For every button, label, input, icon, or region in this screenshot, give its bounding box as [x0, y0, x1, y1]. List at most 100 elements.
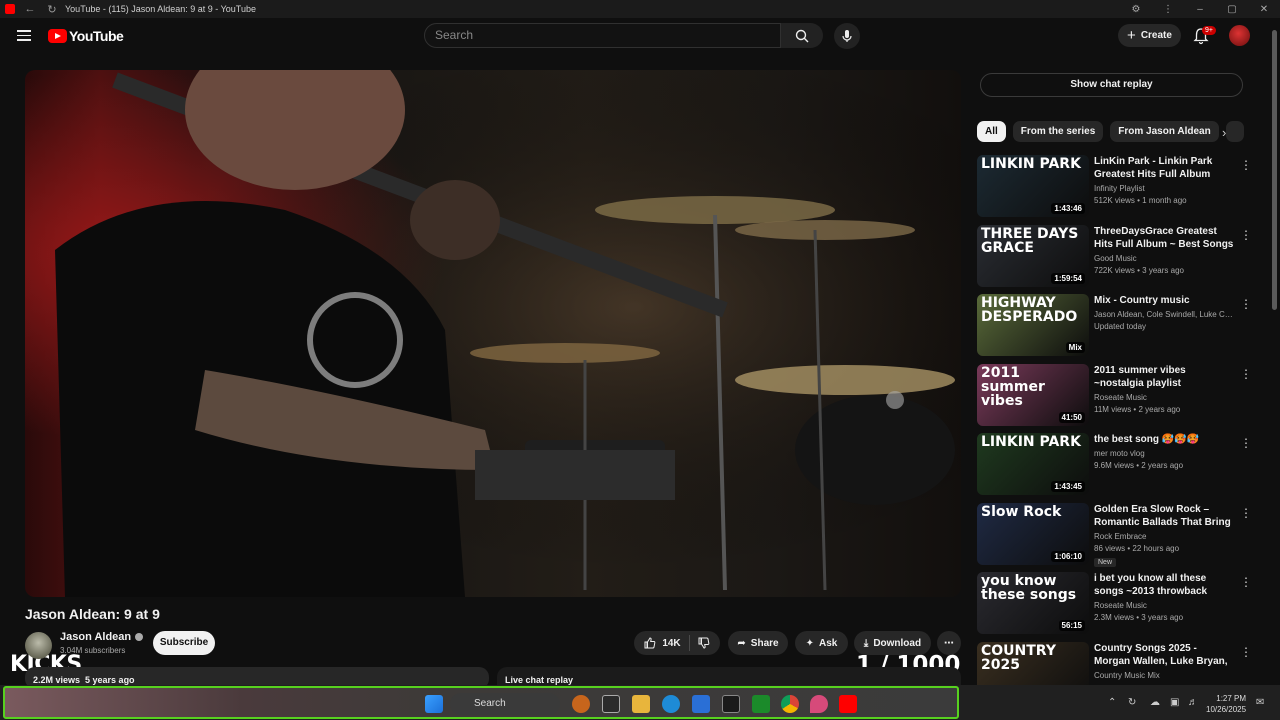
thumbnail-text: COUNTRY 2025 — [981, 642, 1056, 673]
chevron-right-icon[interactable]: › — [1222, 125, 1226, 140]
duration-badge: Mix — [1065, 342, 1085, 353]
minimize-icon[interactable]: – — [1184, 4, 1216, 15]
recommendation-title[interactable]: Country Songs 2025 - Morgan Wallen, Luke… — [1094, 642, 1234, 668]
create-button[interactable]: + Create — [1118, 24, 1181, 47]
youtube-taskbar-icon[interactable] — [839, 695, 857, 713]
recommendation-item[interactable]: THREE DAYS GRACE 1:59:54 ThreeDaysGrace Gr… — [977, 224, 1252, 295]
recommendation-item[interactable]: 2011 summer vibes 41:50 2011 summer vibes … — [977, 363, 1252, 434]
recommendation-title[interactable]: Golden Era Slow Rock – Romantic Ballads … — [1094, 503, 1234, 529]
duration-badge: 1:59:54 — [1051, 272, 1085, 284]
more-actions-button[interactable]: ⋯ — [937, 631, 961, 655]
recommendation-item[interactable]: LINKIN PARK 1:43:46 LinKin Park - Linkin P… — [977, 155, 1252, 225]
search-icon — [795, 29, 809, 42]
subscribe-button[interactable]: Subscribe — [153, 631, 215, 655]
recommendation-thumbnail[interactable]: HIGHWAY DESPERADO Mix — [977, 294, 1089, 356]
youtube-app-icon — [5, 4, 15, 14]
more-horizontal-icon: ⋯ — [944, 637, 954, 649]
voice-search-button[interactable] — [834, 23, 860, 49]
more-vertical-icon[interactable]: ⋮ — [1240, 158, 1252, 172]
account-avatar[interactable] — [1229, 25, 1250, 46]
more-vertical-icon[interactable]: ⋮ — [1240, 367, 1252, 381]
nvidia-icon[interactable] — [752, 695, 770, 713]
channel-avatar[interactable] — [25, 632, 52, 659]
recommendation-thumbnail[interactable]: LINKIN PARK 1:43:46 — [977, 155, 1089, 217]
chip-from-the-series[interactable]: From the series — [1012, 121, 1104, 142]
file-explorer-icon[interactable] — [632, 695, 650, 713]
reload-icon[interactable]: ↻ — [45, 2, 59, 16]
windows-start-icon[interactable] — [425, 695, 443, 713]
more-vertical-icon[interactable]: ⋮ — [1240, 436, 1252, 450]
epic-games-icon[interactable] — [722, 695, 740, 713]
more-vertical-icon[interactable]: ⋮ — [1240, 645, 1252, 659]
like-divider — [688, 635, 690, 651]
recommendation-item[interactable]: Slow Rock 1:06:10 Golden Era Slow Rock – R… — [977, 502, 1252, 573]
recommendation-title[interactable]: 2011 summer vibes ~nostalgia playlist — [1094, 364, 1234, 390]
search-button[interactable] — [781, 23, 823, 48]
menu-icon[interactable]: ⋮ — [1152, 4, 1184, 15]
recommendation-channel[interactable]: Jason Aldean, Cole Swindell, Luke Comb..… — [1094, 310, 1234, 319]
recommendation-thumbnail[interactable]: 2011 summer vibes 41:50 — [977, 363, 1089, 426]
maps-pin-icon[interactable] — [810, 695, 828, 713]
more-vertical-icon[interactable]: ⋮ — [1240, 506, 1252, 520]
recommendation-channel[interactable]: mer moto vlog — [1094, 449, 1234, 458]
share-button[interactable]: ➦ Share — [728, 631, 788, 655]
recommendation-channel[interactable]: Good Music — [1094, 254, 1234, 263]
recommendation-channel[interactable]: Country Music Mix — [1094, 671, 1234, 680]
recommendation-thumbnail[interactable]: THREE DAYS GRACE 1:59:54 — [977, 224, 1089, 287]
recommendation-thumbnail[interactable]: Slow Rock 1:06:10 — [977, 502, 1089, 565]
page-scrollbar[interactable] — [1272, 30, 1277, 310]
like-count[interactable]: 14K — [662, 638, 680, 649]
recommendation-item[interactable]: LINKIN PARK 1:43:45 the best song 🥵🥵🥵 mer m… — [977, 433, 1252, 503]
taskbar-search[interactable]: Search — [450, 693, 560, 715]
search-input[interactable]: Search — [424, 23, 781, 48]
recommendation-title[interactable]: i bet you know all these songs ~2013 thr… — [1094, 572, 1234, 598]
store-icon[interactable] — [692, 695, 710, 713]
video-player[interactable] — [25, 70, 961, 597]
maximize-icon[interactable]: ▢ — [1216, 4, 1248, 15]
ask-button[interactable]: ✦ Ask — [795, 631, 848, 655]
recommendation-meta: 9.6M views • 2 years ago — [1094, 461, 1184, 470]
recommendation-channel[interactable]: Infinity Playlist — [1094, 184, 1234, 193]
channel-name-row[interactable]: Jason Aldean — [60, 631, 144, 643]
youtube-logo[interactable]: YouTube — [48, 28, 124, 44]
chip-all[interactable]: All — [977, 121, 1006, 142]
thumbs-up-icon[interactable] — [644, 637, 656, 649]
channel-name[interactable]: Jason Aldean — [60, 631, 131, 643]
more-vertical-icon[interactable]: ⋮ — [1240, 228, 1252, 242]
recommendation-title[interactable]: ThreeDaysGrace Greatest Hits Full Album … — [1094, 225, 1234, 251]
taskbar-clock[interactable]: 1:27 PM 10/26/2025 — [1206, 693, 1246, 715]
notification-center-icon[interactable]: ✉ — [1256, 697, 1264, 708]
more-vertical-icon[interactable]: ⋮ — [1240, 575, 1252, 589]
network-icon[interactable]: ▣ — [1170, 697, 1179, 708]
recommendation-title[interactable]: Mix - Country music — [1094, 294, 1234, 307]
download-button[interactable]: ⤓ Download — [854, 631, 931, 655]
recommendation-title[interactable]: the best song 🥵🥵🥵 — [1094, 433, 1234, 446]
recommendation-item[interactable]: you know these songs 56:15 i bet you know … — [977, 572, 1252, 642]
recommendation-channel[interactable]: Roseate Music — [1094, 601, 1234, 610]
recommendation-info: Country Songs 2025 - Morgan Wallen, Luke… — [1094, 642, 1234, 680]
edge-browser-icon[interactable] — [662, 695, 680, 713]
more-vertical-icon[interactable]: ⋮ — [1240, 297, 1252, 311]
volume-icon[interactable]: ♬ — [1188, 697, 1198, 708]
recommendation-thumbnail[interactable]: you know these songs 56:15 — [977, 572, 1089, 634]
tray-sync-icon[interactable]: ↻ — [1128, 697, 1136, 708]
back-icon[interactable]: ← — [23, 2, 37, 16]
task-view-icon[interactable] — [602, 695, 620, 713]
onedrive-icon[interactable]: ☁ — [1150, 697, 1160, 708]
hamburger-menu-icon[interactable] — [17, 30, 31, 41]
recommendation-thumbnail[interactable]: LINKIN PARK 1:43:45 — [977, 433, 1089, 495]
recommendation-title[interactable]: LinKin Park - Linkin Park Greatest Hits … — [1094, 155, 1234, 181]
close-icon[interactable]: ✕ — [1248, 4, 1280, 15]
extensions-icon[interactable]: ⚙ — [1120, 4, 1152, 15]
thumbs-down-icon[interactable] — [698, 637, 710, 649]
window-titlebar: ← ↻ YouTube - (115) Jason Aldean: 9 at 9… — [0, 0, 1280, 18]
recommendation-item[interactable]: HIGHWAY DESPERADO Mix Mix - Country music J… — [977, 294, 1252, 364]
recommendation-channel[interactable]: Roseate Music — [1094, 393, 1234, 402]
recommendation-channel[interactable]: Rock Embrace — [1094, 532, 1234, 541]
tray-chevron-icon[interactable]: ⌃ — [1108, 697, 1116, 708]
chip-from-jason-aldean[interactable]: From Jason Aldean — [1110, 121, 1219, 142]
show-chat-replay-button[interactable]: Show chat replay — [980, 73, 1243, 97]
chip-more[interactable] — [1225, 121, 1244, 142]
chrome-icon[interactable] — [781, 695, 799, 713]
weather-widget-icon[interactable] — [572, 695, 590, 713]
